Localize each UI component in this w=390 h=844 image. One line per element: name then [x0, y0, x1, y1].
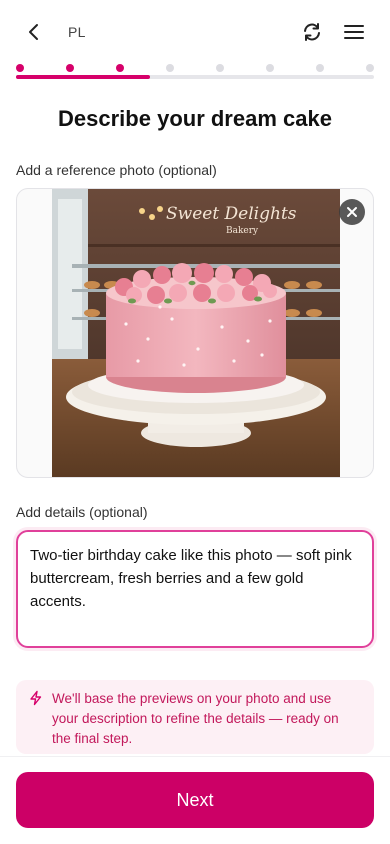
details-label: Add details (optional) [16, 504, 148, 520]
progress-stepper [16, 62, 374, 80]
back-button[interactable] [22, 20, 46, 44]
bakery-sign-text: Sweet Delights [166, 204, 297, 224]
reference-photo-container[interactable]: Sweet Delights Bakery [16, 188, 374, 478]
progress-step-dot [316, 64, 324, 72]
remove-photo-button[interactable] [339, 199, 365, 225]
progress-fill [16, 75, 150, 79]
refresh-button[interactable] [300, 20, 324, 44]
close-icon [347, 207, 357, 217]
hamburger-menu-icon [344, 25, 364, 39]
progress-step-dot [116, 64, 124, 72]
hint-box: We'll base the previews on your photo an… [16, 680, 374, 754]
page-title: Describe your dream cake [58, 106, 332, 131]
details-textarea[interactable]: Two-tier birthday cake like this photo —… [16, 530, 374, 648]
refresh-icon [304, 23, 320, 41]
progress-step-dot [66, 64, 74, 72]
chevron-left-icon [29, 24, 38, 40]
progress-step-dot [16, 64, 24, 72]
progress-step-dot [366, 64, 374, 72]
bakery-sign-subtext: Bakery [226, 226, 259, 236]
top-bar: PL [0, 0, 390, 62]
language-selector[interactable]: PL [68, 24, 86, 40]
hint-text: We'll base the previews on your photo an… [52, 691, 339, 746]
progress-step-dot [216, 64, 224, 72]
next-button[interactable]: Next [16, 772, 374, 828]
cake-photo: Sweet Delights Bakery [52, 189, 340, 477]
progress-step-dot [266, 64, 274, 72]
menu-button[interactable] [342, 20, 366, 44]
reference-photo-label: Add a reference photo (optional) [16, 162, 217, 178]
progress-step-dot [166, 64, 174, 72]
lightning-icon [30, 690, 42, 706]
footer-divider [0, 756, 390, 757]
